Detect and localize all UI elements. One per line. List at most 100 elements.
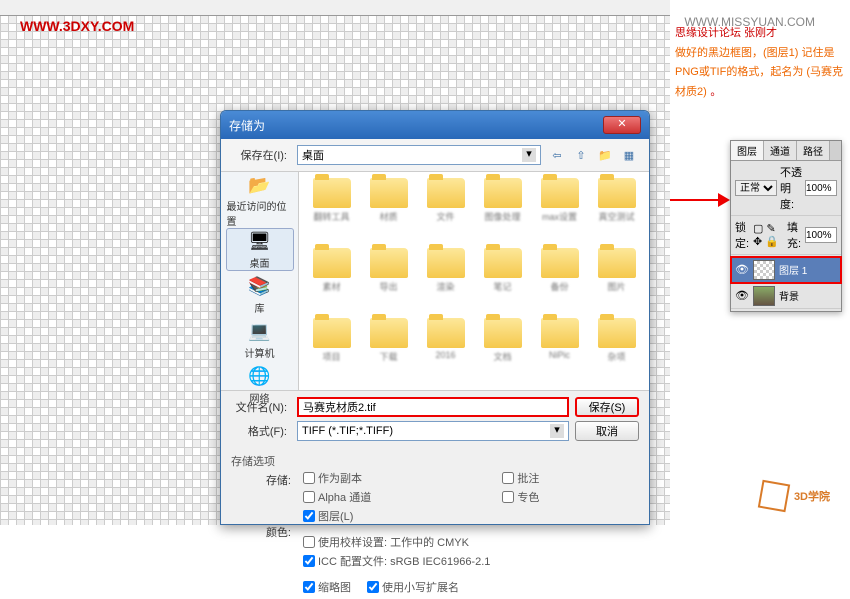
folder-item[interactable]: 渲染 [419,248,472,314]
folder-icon [484,248,522,278]
savein-combo[interactable]: 桌面 ▾ [297,145,541,165]
options-title: 存储选项 [231,453,291,469]
logo-3d-academy: 3D学院 [760,482,830,510]
computer-icon: 💻 [246,319,274,343]
opacity-input[interactable] [805,180,837,196]
layer-thumbnail [753,286,775,306]
folder-icon [313,248,351,278]
layers-panel: 图层 通道 路径 正常 不透明度: 锁定: ▢ ✎ ✥ 🔒 填充: 👁 图层 1… [730,140,842,312]
savein-row: 保存在(I): 桌面 ▾ ⇦ ⇧ 📁 ▦ [221,139,649,171]
dialog-title: 存储为 [229,117,603,134]
folder-item[interactable]: 笔记 [476,248,529,314]
layer-1[interactable]: 👁 图层 1 [731,257,841,283]
blend-mode-select[interactable]: 正常 [735,180,777,196]
format-label: 格式(F): [231,423,291,439]
place-computer[interactable]: 💻计算机 [226,318,294,361]
desktop-icon: 🖥 [246,229,274,253]
color-sublabel: 颜色: [231,524,291,540]
folder-icon [598,318,636,348]
save-as-dialog: 存储为 ✕ 保存在(I): 桌面 ▾ ⇦ ⇧ 📁 ▦ 📂最近访问的位置 🖥 桌面 … [220,110,650,525]
folder-item[interactable]: 图片 [590,248,643,314]
chk-alpha[interactable]: Alpha 通道 [303,489,490,505]
chevron-down-icon: ▾ [522,148,536,162]
recent-icon: 📂 [246,175,274,196]
filename-input[interactable] [297,397,569,417]
layer-background[interactable]: 👁 背景 [731,283,841,309]
folder-icon [370,318,408,348]
folder-item[interactable]: 素材 [305,248,358,314]
place-recent[interactable]: 📂最近访问的位置 [226,176,294,226]
visibility-icon[interactable]: 👁 [735,263,749,277]
folder-icon [598,178,636,208]
format-combo[interactable]: TIFF (*.TIF;*.TIFF) ▾ [297,421,569,441]
folder-icon [313,178,351,208]
cancel-button[interactable]: 取消 [575,421,639,441]
annotation-line1: 思缘设计论坛 张刚才 [675,27,777,39]
place-libraries[interactable]: 📚库 [226,273,294,316]
folder-icon [598,248,636,278]
folder-icon [427,318,465,348]
annotation-text: 思缘设计论坛 张刚才 做好的黑边框图，(图层1) 记住是PNG或TIF的格式，起… [675,22,845,100]
save-button[interactable]: 保存(S) [575,397,639,417]
chk-thumb[interactable]: 缩略图 [303,579,351,595]
chk-layers[interactable]: 图层(L) [303,508,490,524]
chk-notes[interactable]: 批注 [502,470,539,486]
chk-proof[interactable]: 使用校样设置: 工作中的 CMYK [303,534,490,550]
folder-item[interactable]: 文件 [419,178,472,244]
folder-icon [484,318,522,348]
filename-area: 文件名(N): 保存(S) 格式(F): TIFF (*.TIF;*.TIFF)… [221,391,649,449]
folder-item[interactable]: NiPic [533,318,586,384]
folder-icon [484,178,522,208]
folder-icon [427,248,465,278]
chk-spot[interactable]: 专色 [502,489,539,505]
save-options: 存储选项 存储: 颜色: 作为副本 Alpha 通道 图层(L) 使用校样设置:… [221,449,649,599]
tab-paths[interactable]: 路径 [797,141,830,160]
folder-item[interactable]: 项目 [305,318,358,384]
chk-icc[interactable]: ICC 配置文件: sRGB IEC61966-2.1 [303,553,490,569]
savein-value: 桌面 [302,147,324,163]
folder-item[interactable]: 2016 [419,318,472,384]
red-arrow [670,190,730,210]
fill-label: 填充: [787,219,802,251]
folder-item[interactable]: 文档 [476,318,529,384]
place-desktop[interactable]: 🖥桌面 [226,228,294,271]
layer-name: 背景 [779,288,799,303]
views-icon[interactable]: ▦ [619,145,639,165]
visibility-icon[interactable]: 👁 [735,289,749,303]
panel-tabs: 图层 通道 路径 [731,141,841,161]
back-icon[interactable]: ⇦ [547,145,567,165]
folder-item[interactable]: 图像处理 [476,178,529,244]
lock-icons[interactable]: ▢ ✎ ✥ 🔒 [753,222,784,248]
fill-input[interactable] [805,227,837,243]
up-icon[interactable]: ⇧ [571,145,591,165]
watermark-3dxy: WWW.3DXY.COM [20,18,134,34]
folder-item[interactable]: 真空测试 [590,178,643,244]
chk-copy[interactable]: 作为副本 [303,470,490,486]
tab-layers[interactable]: 图层 [731,141,764,160]
folder-item[interactable]: 翻转工具 [305,178,358,244]
chk-lower[interactable]: 使用小写扩展名 [367,579,459,595]
dialog-titlebar[interactable]: 存储为 ✕ [221,111,649,139]
folder-item[interactable]: 杂项 [590,318,643,384]
folder-item[interactable]: 下载 [362,318,415,384]
file-grid[interactable]: 翻转工具 材质 文件 图像处理 max设置 真空测试 素材 导出 渲染 笔记 备… [299,172,649,390]
close-button[interactable]: ✕ [603,116,641,134]
folder-item[interactable]: 备份 [533,248,586,314]
layer-name: 图层 1 [779,262,807,277]
folder-icon [313,318,351,348]
folder-item[interactable]: 材质 [362,178,415,244]
folder-item[interactable]: max设置 [533,178,586,244]
annotation-line2: 做好的黑边框图，(图层1) 记住是PNG或TIF的格式，起名为 (马赛克材质2) [675,47,843,98]
folder-item[interactable]: 导出 [362,248,415,314]
folder-icon [370,178,408,208]
ruler [0,0,670,16]
layer-list: 👁 图层 1 👁 背景 [731,255,841,311]
save-sublabel: 存储: [231,472,291,488]
network-icon: 🌐 [246,364,274,388]
tab-channels[interactable]: 通道 [764,141,797,160]
folder-icon [370,248,408,278]
layer-thumbnail [753,260,775,280]
folder-icon [427,178,465,208]
newfolder-icon[interactable]: 📁 [595,145,615,165]
folder-icon [541,248,579,278]
